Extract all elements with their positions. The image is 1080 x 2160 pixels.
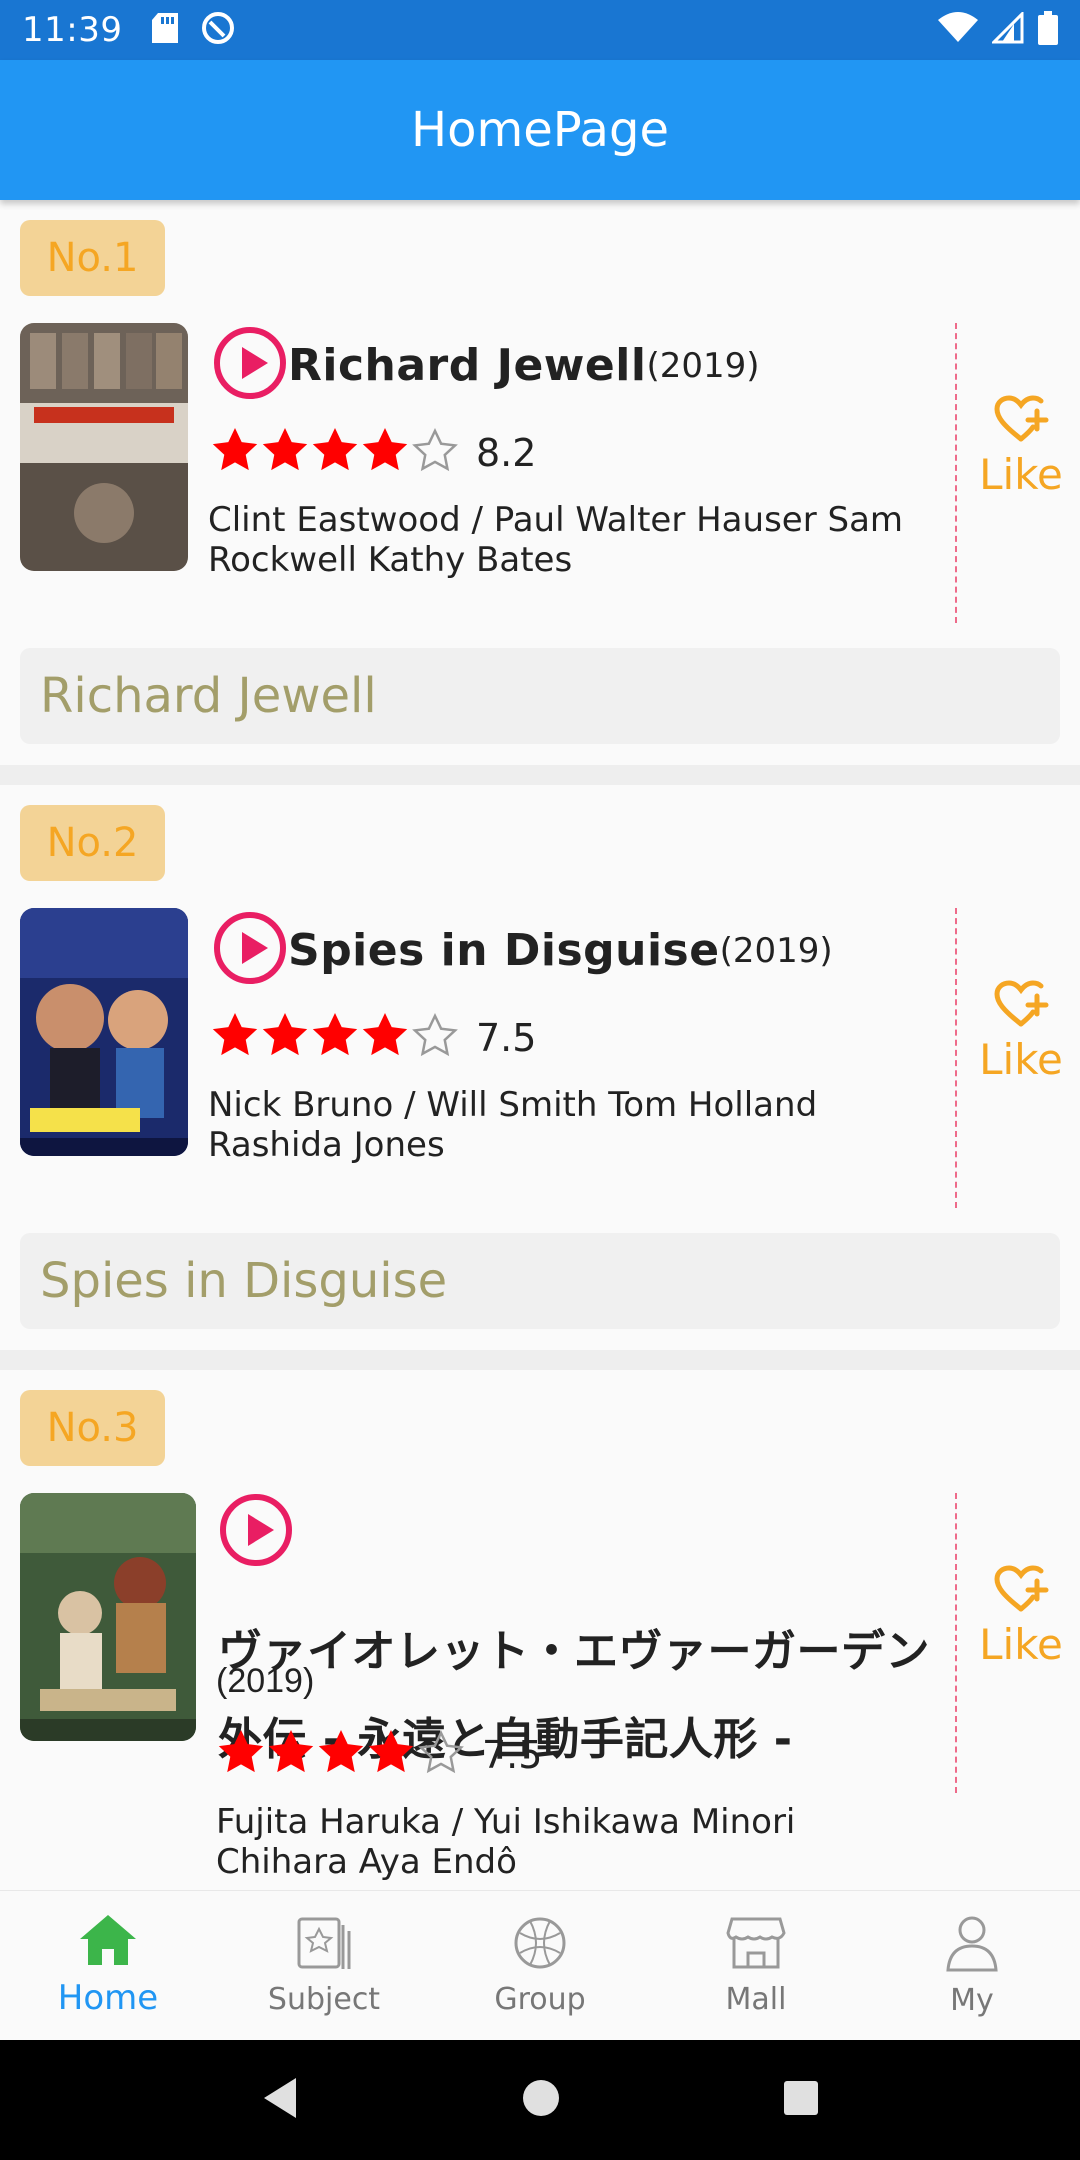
like-button[interactable]: Like: [975, 980, 1067, 1084]
star-filled-icon: [312, 1013, 358, 1062]
nav-label: Subject: [267, 1981, 381, 2017]
movie-cast: Fujita Haruka / Yui Ishikawa Minori Chih…: [216, 1802, 796, 1882]
movie-summary: Spies in Disguise: [20, 1233, 1060, 1329]
nav-item-mall[interactable]: Mall: [648, 1891, 864, 2040]
like-label: Like: [979, 450, 1063, 499]
rating-value: 7.5: [476, 1015, 537, 1060]
like-label: Like: [979, 1620, 1063, 1669]
signal-icon: [990, 9, 1024, 49]
movie-cast: Nick Bruno / Will Smith Tom Holland Rash…: [208, 1085, 818, 1165]
nav-item-group[interactable]: Group: [432, 1891, 648, 2040]
star-filled-icon: [362, 1013, 408, 1062]
movie-poster[interactable]: [20, 323, 188, 571]
recents-icon[interactable]: [782, 2079, 820, 2122]
rating-value: 8.2: [476, 430, 537, 475]
movie-card[interactable]: No.1 Richard Jewell (2019) 8.2 Clint Eas…: [0, 200, 1080, 765]
play-icon[interactable]: [212, 325, 288, 406]
mall-icon: [726, 1915, 786, 1976]
star-empty-icon: [412, 427, 458, 477]
movie-poster[interactable]: [20, 1493, 196, 1741]
app-bar: HomePage: [0, 60, 1080, 200]
heart-plus-icon: [993, 395, 1049, 450]
sd-card-icon: [152, 12, 179, 48]
nav-label: My: [950, 1982, 994, 2018]
battery-icon: [1038, 10, 1058, 50]
home-button-icon[interactable]: [521, 2078, 561, 2123]
status-bar: 11:39: [0, 0, 1080, 60]
card-separator: [0, 765, 1080, 785]
star-filled-icon: [318, 1730, 364, 1779]
movie-summary: Richard Jewell: [20, 648, 1060, 744]
like-label: Like: [979, 1035, 1063, 1084]
star-filled-icon: [218, 1730, 264, 1779]
star-rating: [212, 427, 458, 477]
star-rating: [212, 1012, 458, 1062]
system-nav-bar: [0, 2040, 1080, 2160]
nav-item-home[interactable]: Home: [0, 1891, 216, 2040]
movie-title[interactable]: Spies in Disguise: [288, 925, 720, 976]
movie-year: (2019): [719, 930, 833, 971]
movie-card[interactable]: No.2 Spies in Disguise (2019) 7.5 Nick B…: [0, 785, 1080, 1350]
nav-item-my[interactable]: My: [864, 1891, 1080, 2040]
rank-badge: No.1: [20, 220, 165, 296]
heart-plus-icon: [993, 1565, 1049, 1620]
profile-icon: [944, 1914, 1000, 1977]
divider: [955, 908, 957, 1208]
nav-item-subject[interactable]: Subject: [216, 1891, 432, 2040]
star-filled-icon: [268, 1730, 314, 1779]
rating-value: 7.5: [482, 1732, 543, 1777]
movie-cast: Clint Eastwood / Paul Walter Hauser Sam …: [208, 500, 904, 580]
rank-badge: No.2: [20, 805, 165, 881]
heart-plus-icon: [993, 980, 1049, 1035]
play-icon[interactable]: [218, 1492, 294, 1608]
rank-badge: No.3: [20, 1390, 165, 1466]
wifi-icon: [938, 11, 978, 49]
star-filled-icon: [362, 428, 408, 477]
movie-year: (2019): [646, 345, 760, 386]
star-empty-icon: [412, 1012, 458, 1062]
nav-label: Home: [57, 1978, 159, 2018]
movie-list[interactable]: No.1 Richard Jewell (2019) 8.2 Clint Eas…: [0, 200, 1080, 1890]
sync-icon: [200, 10, 236, 51]
movie-year: (2019): [216, 1662, 315, 1700]
star-rating: [218, 1729, 464, 1779]
home-icon: [78, 1913, 138, 1972]
page-title: HomePage: [411, 102, 669, 158]
star-filled-icon: [312, 428, 358, 477]
star-filled-icon: [262, 428, 308, 477]
star-filled-icon: [212, 1013, 258, 1062]
like-button[interactable]: Like: [975, 395, 1067, 499]
bottom-navigation: Home Subject Group Mall My: [0, 1890, 1080, 2040]
nav-label: Group: [494, 1981, 586, 2017]
status-time: 11:39: [22, 10, 123, 50]
star-filled-icon: [262, 1013, 308, 1062]
star-filled-icon: [368, 1730, 414, 1779]
movie-card[interactable]: No.3 ヴァイオレット・エヴァーガーデン 外伝 - 永遠と自動手記人形 - (…: [0, 1370, 1080, 1890]
group-icon: [512, 1915, 568, 1976]
subject-icon: [295, 1915, 353, 1976]
nav-label: Mall: [725, 1981, 787, 2017]
movie-poster[interactable]: [20, 908, 188, 1156]
movie-title[interactable]: Richard Jewell: [288, 340, 646, 391]
like-button[interactable]: Like: [975, 1565, 1067, 1669]
back-icon[interactable]: [260, 2076, 300, 2125]
card-separator: [0, 1350, 1080, 1370]
play-icon[interactable]: [212, 910, 288, 991]
divider: [955, 323, 957, 623]
star-filled-icon: [212, 428, 258, 477]
star-empty-icon: [418, 1729, 464, 1779]
divider: [955, 1493, 957, 1793]
